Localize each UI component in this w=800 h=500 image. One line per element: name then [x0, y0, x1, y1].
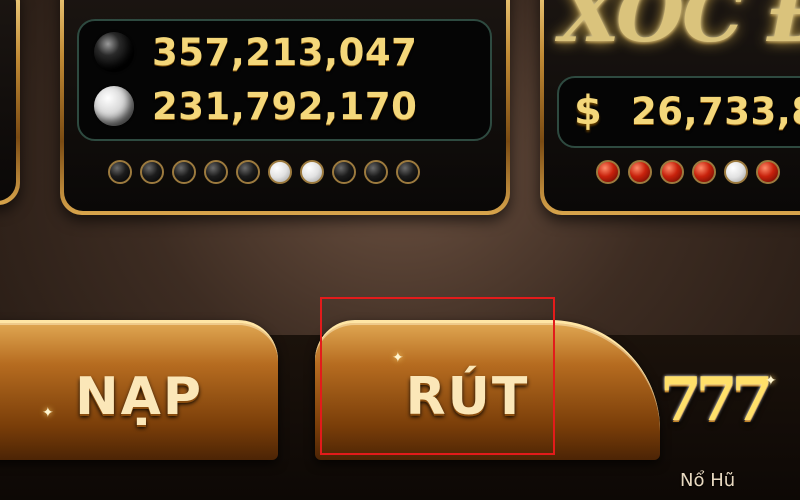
jackpot-amount: 231,792,170 [152, 84, 418, 128]
jackpot-panel: $ 26,733,87 [557, 76, 800, 148]
sparkle-icon: ✦ [765, 373, 777, 389]
jackpot-row: 231,792,170 [94, 81, 417, 131]
white-token-icon [94, 86, 134, 126]
black-result-dot [396, 160, 420, 184]
black-result-dot [364, 160, 388, 184]
black-result-dot [172, 160, 196, 184]
withdraw-button[interactable]: RÚT [315, 320, 660, 460]
result-history [596, 160, 780, 184]
black-token-icon [94, 32, 134, 72]
sparkle-icon: ✦ [392, 350, 404, 366]
game-lobby: 357,213,047 231,792,170 XÓC Đ $ 26,733,8… [0, 0, 800, 500]
game-card-xoc-dia[interactable]: XÓC Đ $ 26,733,87 [540, 0, 800, 215]
black-result-dot [332, 160, 356, 184]
black-result-dot [236, 160, 260, 184]
black-result-dot [204, 160, 228, 184]
game-card-inner [0, 0, 16, 201]
white-result-dot [724, 160, 748, 184]
withdraw-label: RÚT [405, 366, 530, 427]
dollar-icon: $ [574, 88, 602, 134]
red-result-dot [628, 160, 652, 184]
jackpot-panel: 357,213,047 231,792,170 [77, 19, 492, 141]
game-card-jackpot[interactable]: 357,213,047 231,792,170 [60, 0, 510, 215]
sparkle-icon: ✦ [42, 405, 54, 421]
red-result-dot [756, 160, 780, 184]
white-result-dot [300, 160, 324, 184]
deposit-button[interactable]: NẠP [0, 320, 278, 460]
black-result-dot [140, 160, 164, 184]
red-result-dot [692, 160, 716, 184]
game-logo: XÓC Đ [559, 0, 800, 60]
jackpot-tab[interactable]: 777 ✦ Nổ Hũ [640, 355, 800, 500]
red-result-dot [596, 160, 620, 184]
jackpot-amount: 26,733,87 [631, 90, 800, 133]
result-history [108, 160, 420, 184]
white-result-dot [268, 160, 292, 184]
jackpot-amount: 357,213,047 [152, 30, 418, 74]
jackpot-row: 357,213,047 [94, 27, 417, 77]
777-slot-icon: 777 [660, 365, 773, 435]
jackpot-label: Nổ Hũ [680, 470, 736, 491]
red-result-dot [660, 160, 684, 184]
game-card-partial-left[interactable] [0, 0, 20, 205]
black-result-dot [108, 160, 132, 184]
deposit-label: NẠP [75, 366, 203, 427]
